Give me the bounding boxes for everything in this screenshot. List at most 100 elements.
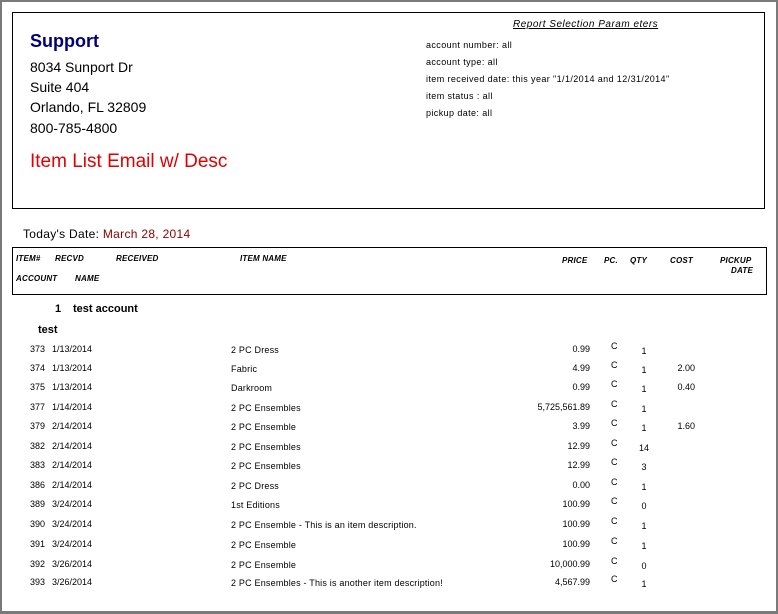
- cell-quantity: 1: [641, 541, 647, 551]
- param-item-status: item status : all: [426, 91, 493, 101]
- cell-quantity: 1: [641, 404, 647, 414]
- table-row: 383 2/14/2014 2 PC Ensembles 12.99 C 3: [0, 457, 778, 478]
- cell-item-number: 374: [29, 363, 45, 373]
- table-row: 386 2/14/2014 2 PC Dress 0.00 C 1: [0, 477, 778, 498]
- table-row: 375 1/13/2014 Darkroom 0.99 C 1 0.40: [0, 379, 778, 400]
- company-name: Support: [30, 31, 99, 51]
- cell-pc: C: [611, 360, 618, 370]
- cell-received-date: 1/13/2014: [52, 363, 93, 373]
- cell-price: 4,567.99: [554, 577, 590, 587]
- table-row: 390 3/24/2014 2 PC Ensemble - This is an i…: [0, 516, 778, 537]
- cell-item-name: 2 PC Ensembles: [231, 461, 301, 471]
- cell-pc: C: [611, 516, 618, 526]
- cell-pc: C: [611, 418, 618, 428]
- cell-pc: C: [611, 556, 618, 566]
- cell-cost: 1.60: [677, 421, 695, 431]
- cell-quantity: 14: [638, 443, 649, 453]
- report-header: Support 8034 Sunport Dr Suite 404 Orland…: [12, 12, 765, 209]
- todays-date-value: March 28, 2014: [102, 227, 191, 241]
- cell-pc: C: [611, 399, 618, 409]
- group-name: test: [38, 324, 58, 336]
- cell-quantity: 1: [641, 482, 647, 492]
- table-row: 393 3/26/2014 2 PC Ensembles - This is ano…: [0, 574, 778, 595]
- col-cost: COST: [670, 256, 694, 265]
- cell-item-name: 2 PC Dress: [231, 481, 280, 491]
- cell-received-date: 3/26/2014: [52, 559, 93, 569]
- cell-item-number: 377: [29, 402, 45, 412]
- cell-quantity: 1: [641, 579, 647, 589]
- cell-quantity: 0: [641, 561, 647, 571]
- col-item-number: ITEM#: [16, 254, 41, 263]
- cell-item-number: 379: [29, 421, 45, 431]
- col-pickup-date: DATE: [731, 266, 753, 275]
- cell-received-date: 2/14/2014: [52, 480, 93, 490]
- cell-pc: C: [611, 379, 618, 389]
- cell-received-date: 1/13/2014: [52, 382, 93, 392]
- cell-item-name: 2 PC Ensemble: [231, 422, 297, 432]
- cell-pc: C: [611, 438, 618, 448]
- table-row: 379 2/14/2014 2 PC Ensemble 3.99 C 1 1.60: [0, 418, 778, 439]
- cell-received-date: 3/24/2014: [52, 519, 93, 529]
- col-account: ACCOUNT: [16, 274, 58, 283]
- cell-pc: C: [611, 536, 618, 546]
- group-account-name: test account: [73, 303, 138, 315]
- param-pickup-date: pickup date: all: [426, 108, 493, 118]
- cell-price: 12.99: [567, 441, 590, 451]
- cell-item-number: 392: [29, 559, 45, 569]
- address-line-2: Suite 404: [30, 79, 90, 95]
- cell-quantity: 1: [641, 365, 647, 375]
- table-row: 389 3/24/2014 1st Editions 100.99 C 0: [0, 496, 778, 517]
- cell-price: 100.99: [562, 499, 590, 509]
- cell-price: 0.99: [572, 344, 590, 354]
- cell-item-number: 389: [29, 499, 45, 509]
- cell-item-number: 373: [29, 344, 45, 354]
- param-received-date: item received date: this year "1/1/2014 …: [426, 74, 670, 84]
- report-title: Item List Email w/ Desc: [30, 151, 228, 172]
- parameters-title: Report Selection Param eters: [513, 19, 659, 30]
- cell-item-name: Darkroom: [231, 383, 273, 393]
- cell-price: 0.00: [572, 480, 590, 490]
- col-name: NAME: [75, 274, 100, 283]
- cell-quantity: 1: [641, 423, 647, 433]
- group-account-number: 1: [55, 303, 62, 315]
- cell-item-name: Fabric: [231, 364, 258, 374]
- col-price: PRICE: [562, 256, 588, 265]
- table-row: 374 1/13/2014 Fabric 4.99 C 1 2.00: [0, 360, 778, 381]
- cell-received-date: 1/13/2014: [52, 344, 93, 354]
- cell-item-name: 2 PC Ensembles - This is another item de…: [231, 578, 443, 588]
- cell-price: 100.99: [562, 519, 590, 529]
- col-recvd: RECVD: [55, 254, 85, 263]
- col-qty: QTY: [630, 256, 648, 265]
- cell-received-date: 2/14/2014: [52, 460, 93, 470]
- cell-price: 100.99: [562, 539, 590, 549]
- todays-date-label: Today's Date:: [23, 227, 100, 241]
- cell-item-name: 2 PC Ensembles: [231, 442, 301, 452]
- cell-received-date: 2/14/2014: [52, 421, 93, 431]
- cell-item-number: 390: [29, 519, 45, 529]
- cell-cost: 2.00: [677, 363, 695, 373]
- cell-received-date: 3/24/2014: [52, 499, 93, 509]
- col-pickup: PICKUP: [720, 256, 752, 265]
- cell-item-number: 382: [29, 441, 45, 451]
- address-line-1: 8034 Sunport Dr: [30, 59, 133, 75]
- cell-item-name: 1st Editions: [231, 500, 280, 510]
- table-row: 392 3/26/2014 2 PC Ensemble 10,000.99 C 0: [0, 556, 778, 577]
- cell-pc: C: [611, 457, 618, 467]
- col-received: RECEIVED: [116, 254, 159, 263]
- cell-item-name: 2 PC Ensemble: [231, 540, 297, 550]
- cell-pc: C: [611, 574, 618, 584]
- cell-received-date: 2/14/2014: [52, 441, 93, 451]
- cell-received-date: 1/14/2014: [52, 402, 93, 412]
- cell-received-date: 3/26/2014: [52, 577, 93, 587]
- cell-pc: C: [611, 496, 618, 506]
- col-item-name: ITEM NAME: [240, 254, 287, 263]
- cell-price: 5,725,561.89: [537, 402, 590, 412]
- cell-item-name: 2 PC Ensemble - This is an item descript…: [231, 520, 417, 530]
- cell-quantity: 3: [641, 462, 647, 472]
- table-row: 382 2/14/2014 2 PC Ensembles 12.99 C 14: [0, 438, 778, 459]
- cell-pc: C: [611, 341, 618, 351]
- cell-price: 4.99: [572, 363, 590, 373]
- cell-received-date: 3/24/2014: [52, 539, 93, 549]
- cell-price: 10,000.99: [549, 559, 590, 569]
- param-account-type: account type: all: [426, 57, 498, 67]
